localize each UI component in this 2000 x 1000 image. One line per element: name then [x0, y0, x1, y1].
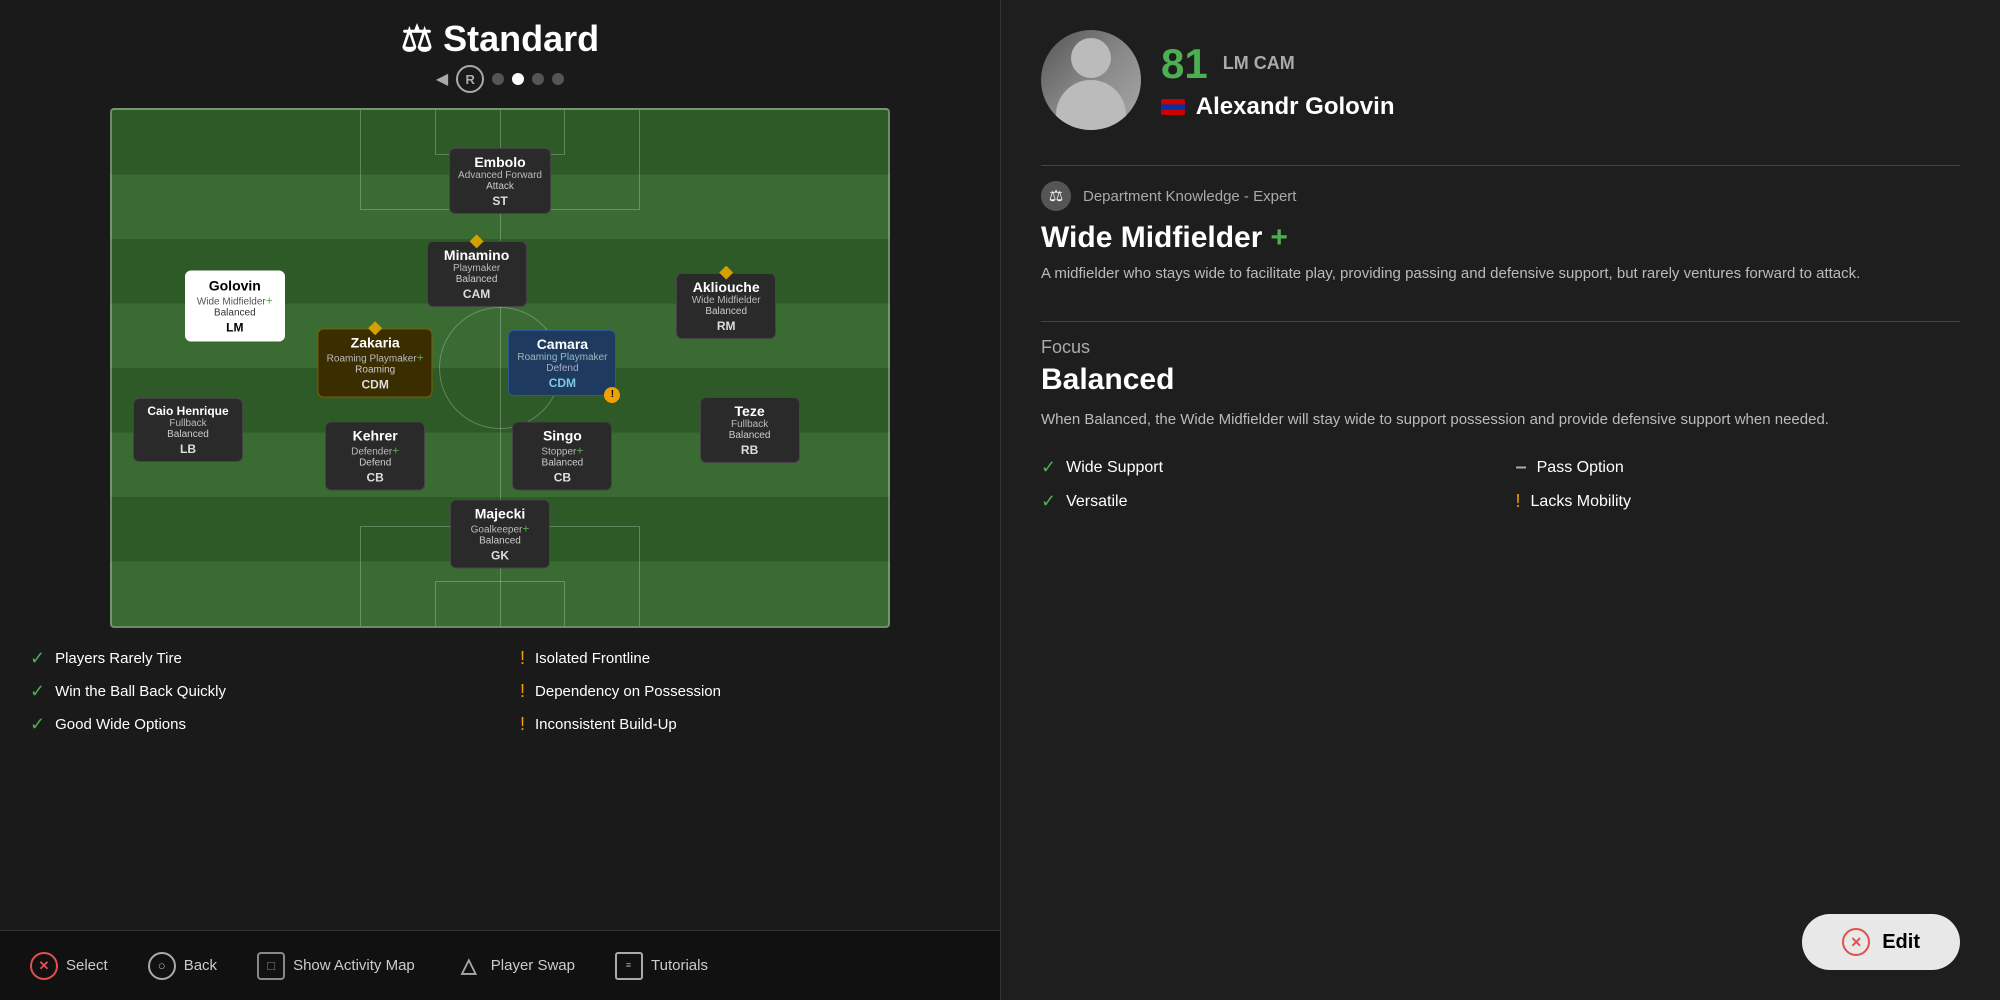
- nav-dot-2[interactable]: [512, 73, 524, 85]
- warn-icon-1: !: [520, 648, 525, 669]
- field-bottom-small-box: [435, 581, 565, 626]
- show-activity-map-button[interactable]: □ Show Activity Map: [257, 952, 415, 980]
- circle-icon: ○: [148, 952, 176, 980]
- left-panel: ⚖ Standard ◀ R Embolo Advanced Forward A…: [0, 0, 1000, 1000]
- stat-item-3: ✓ Good Wide Options: [30, 714, 480, 735]
- dept-label: Department Knowledge - Expert: [1083, 188, 1296, 205]
- right-panel: 81 LM CAM Alexandr Golovin ⚖ Department …: [1000, 0, 2000, 1000]
- player-card-teze[interactable]: Teze Fullback Balanced RB: [700, 397, 800, 463]
- player-card-golovin[interactable]: Golovin Wide Midfielder+ Balanced LM: [185, 270, 285, 341]
- check-icon-wide-support: ✓: [1041, 457, 1056, 478]
- russia-flag: [1161, 99, 1185, 115]
- nav-r-button[interactable]: R: [456, 65, 484, 93]
- player-card-camara[interactable]: Camara Roaming Playmaker Defend CDM !: [508, 330, 616, 396]
- select-button[interactable]: ✕ Select: [30, 952, 108, 980]
- role-desc: A midfielder who stays wide to facilitat…: [1041, 263, 1960, 286]
- back-button[interactable]: ○ Back: [148, 952, 217, 980]
- nav-dots[interactable]: ◀ R: [0, 65, 1000, 93]
- divider-2: [1041, 321, 1960, 322]
- stat-item-1: ✓ Players Rarely Tire: [30, 648, 480, 669]
- player-info: 81 LM CAM Alexandr Golovin: [1161, 40, 1960, 121]
- player-card-minamino[interactable]: Minamino Playmaker Balanced CAM: [427, 241, 527, 307]
- role-section: ⚖ Department Knowledge - Expert: [1041, 181, 1960, 211]
- divider-1: [1041, 165, 1960, 166]
- check-icon-3: ✓: [30, 714, 45, 735]
- focus-label: Focus: [1041, 337, 1960, 358]
- player-card-akliouche[interactable]: Akliouche Wide Midfielder Balanced RM: [676, 273, 776, 339]
- check-icon-versatile: ✓: [1041, 491, 1056, 512]
- attributes-grid: ✓ Wide Support – Pass Option ✓ Versatile…: [1041, 456, 1960, 512]
- focus-value: Balanced: [1041, 363, 1960, 397]
- attr-lacks-mobility: ! Lacks Mobility: [1516, 491, 1961, 512]
- edit-btn-row: ✕ Edit: [1041, 914, 1960, 970]
- warning-icon-lacks-mobility: !: [1516, 491, 1521, 512]
- player-card-majecki[interactable]: Majecki Goalkeeper+ Balanced GK: [450, 500, 550, 569]
- triangle-icon: [455, 952, 483, 980]
- edit-button[interactable]: ✕ Edit: [1802, 914, 1960, 970]
- title-area: ⚖ Standard ◀ R: [0, 0, 1000, 98]
- player-header: 81 LM CAM Alexandr Golovin: [1041, 30, 1960, 130]
- dept-icon: ⚖: [1041, 181, 1071, 211]
- balance-icon: ⚖: [401, 18, 433, 60]
- stat-item-2: ✓ Win the Ball Back Quickly: [30, 681, 480, 702]
- nav-dot-1[interactable]: [492, 73, 504, 85]
- warning-dot-camara: !: [604, 387, 620, 403]
- field-container: Embolo Advanced Forward Attack ST Golovi…: [110, 108, 890, 628]
- cross-icon: ✕: [30, 952, 58, 980]
- player-card-singo[interactable]: Singo Stopper+ Balanced CB: [512, 422, 612, 491]
- focus-desc: When Balanced, the Wide Midfielder will …: [1041, 409, 1960, 432]
- role-plus: +: [1270, 221, 1288, 255]
- check-icon-1: ✓: [30, 648, 45, 669]
- player-positions: LM CAM: [1223, 53, 1295, 74]
- menu-icon: ≡: [615, 952, 643, 980]
- bottom-bar: ✕ Select ○ Back □ Show Activity Map Play…: [0, 930, 1000, 1000]
- player-rating: 81: [1161, 40, 1208, 88]
- minus-icon-pass: –: [1516, 456, 1527, 479]
- player-rating-row: 81 LM CAM: [1161, 40, 1960, 88]
- attr-versatile: ✓ Versatile: [1041, 491, 1486, 512]
- warning-stats: ! Isolated Frontline ! Dependency on Pos…: [520, 648, 970, 747]
- player-photo: [1041, 30, 1141, 130]
- page-title: ⚖ Standard: [401, 18, 599, 60]
- attr-wide-support: ✓ Wide Support: [1041, 456, 1486, 479]
- warn-icon-3: !: [520, 714, 525, 735]
- stat-warn-1: ! Isolated Frontline: [520, 648, 970, 669]
- edit-close-icon: ✕: [1842, 928, 1870, 956]
- stat-warn-2: ! Dependency on Possession: [520, 681, 970, 702]
- stats-area: ✓ Players Rarely Tire ✓ Win the Ball Bac…: [0, 628, 1000, 747]
- player-swap-button[interactable]: Player Swap: [455, 952, 575, 980]
- player-card-zakaria[interactable]: Zakaria Roaming Playmaker+ Roaming CDM: [318, 328, 433, 397]
- attr-pass-option: – Pass Option: [1516, 456, 1961, 479]
- square-icon: □: [257, 952, 285, 980]
- nav-left-arrow[interactable]: ◀: [436, 69, 448, 89]
- role-title: Wide Midfielder +: [1041, 221, 1960, 255]
- stat-warn-3: ! Inconsistent Build-Up: [520, 714, 970, 735]
- tutorials-button[interactable]: ≡ Tutorials: [615, 952, 708, 980]
- nav-dot-4[interactable]: [552, 73, 564, 85]
- warn-icon-2: !: [520, 681, 525, 702]
- player-full-name: Alexandr Golovin: [1161, 93, 1960, 121]
- positive-stats: ✓ Players Rarely Tire ✓ Win the Ball Bac…: [30, 648, 480, 747]
- player-card-kehrer[interactable]: Kehrer Defender+ Defend CB: [325, 422, 425, 491]
- player-card-caio[interactable]: Caio Henrique Fullback Balanced LB: [133, 398, 243, 462]
- check-icon-2: ✓: [30, 681, 45, 702]
- nav-dot-3[interactable]: [532, 73, 544, 85]
- player-card-embolo[interactable]: Embolo Advanced Forward Attack ST: [449, 148, 551, 214]
